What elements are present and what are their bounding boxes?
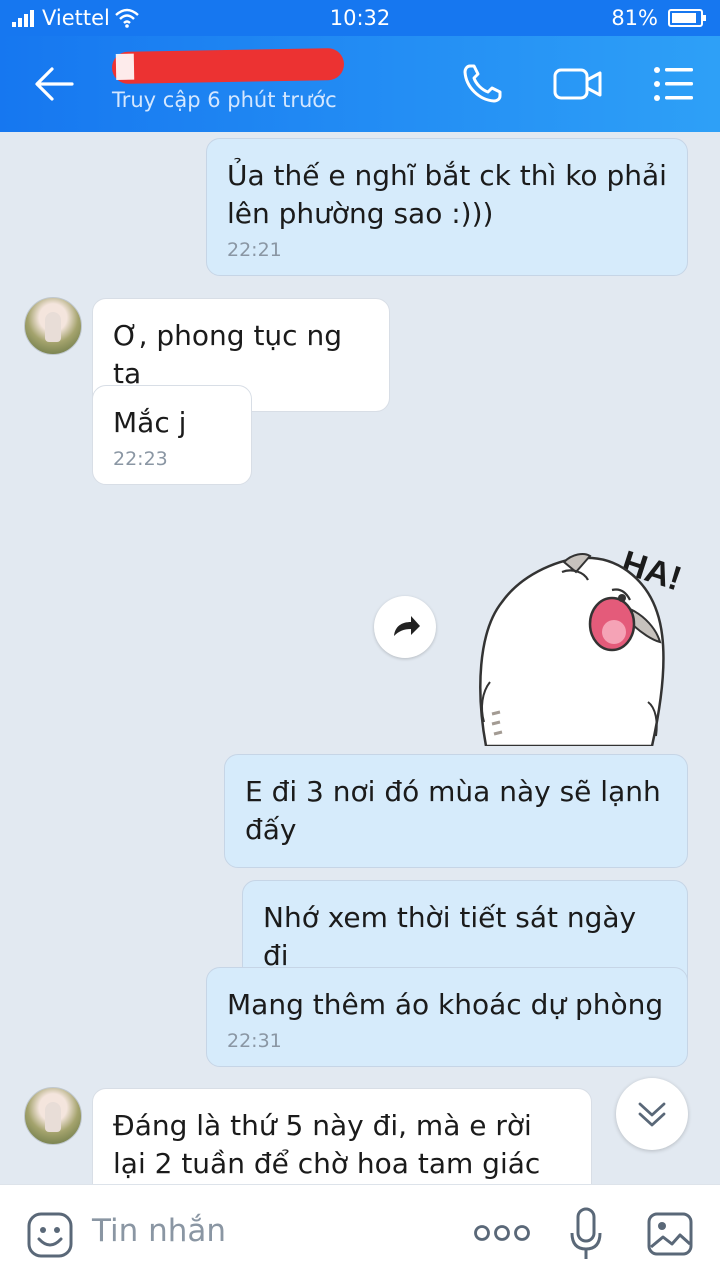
- battery-percent: 81%: [611, 6, 658, 30]
- phone-icon[interactable]: [458, 60, 506, 108]
- scroll-down-button[interactable]: [616, 1078, 688, 1150]
- battery-status: 81%: [611, 6, 708, 30]
- image-gallery-icon[interactable]: [646, 1211, 694, 1257]
- message-text: Mang thêm áo khoác dự phòng: [227, 988, 664, 1021]
- emoji-icon[interactable]: [26, 1211, 74, 1259]
- message-text: Ủa thế e nghĩ bắt ck thì ko phải lên phư…: [227, 159, 667, 230]
- avatar[interactable]: [24, 297, 82, 355]
- contact-name-redacted[interactable]: [111, 47, 345, 85]
- message-time: 22:21: [227, 239, 282, 261]
- message-time: 22:23: [113, 448, 168, 470]
- message-input[interactable]: Tin nhắn: [92, 1213, 226, 1249]
- video-camera-icon[interactable]: [552, 60, 604, 108]
- message-bubble[interactable]: Mắc j 22:23: [92, 385, 252, 485]
- status-bar: Viettel 10:32 81%: [0, 0, 720, 36]
- chat-header: Truy cập 6 phút trước: [0, 36, 720, 132]
- message-text: Ơ, phong tục ng ta: [113, 319, 342, 390]
- arrow-left-icon[interactable]: [34, 66, 74, 102]
- message-text: Nhớ xem thời tiết sát ngày đi: [263, 901, 637, 972]
- sticker-laughing-cat[interactable]: HA!: [472, 532, 692, 746]
- more-dots-icon[interactable]: [474, 1223, 530, 1243]
- message-bubble[interactable]: Ủa thế e nghĩ bắt ck thì ko phải lên phư…: [206, 138, 688, 276]
- last-seen-status: Truy cập 6 phút trước: [112, 88, 337, 112]
- list-menu-icon[interactable]: [650, 60, 698, 108]
- message-composer: Tin nhắn: [0, 1184, 720, 1281]
- message-bubble[interactable]: Mang thêm áo khoác dự phòng 22:31: [206, 967, 688, 1067]
- microphone-icon[interactable]: [568, 1207, 604, 1261]
- forward-arrow-glyph: [394, 616, 420, 636]
- message-time: 22:31: [227, 1030, 282, 1052]
- share-forward-icon[interactable]: [374, 596, 436, 658]
- message-bubble[interactable]: E đi 3 nơi đó mùa này sẽ lạnh đấy: [224, 754, 688, 868]
- battery-icon: [668, 9, 706, 27]
- message-text: E đi 3 nơi đó mùa này sẽ lạnh đấy: [245, 775, 661, 846]
- message-text: Mắc j: [113, 406, 187, 439]
- message-text: Đáng là thứ 5 này đi, mà e rời lại 2 tuầ…: [113, 1109, 541, 1180]
- double-chevron-down-icon: [638, 1102, 666, 1127]
- avatar[interactable]: [24, 1087, 82, 1145]
